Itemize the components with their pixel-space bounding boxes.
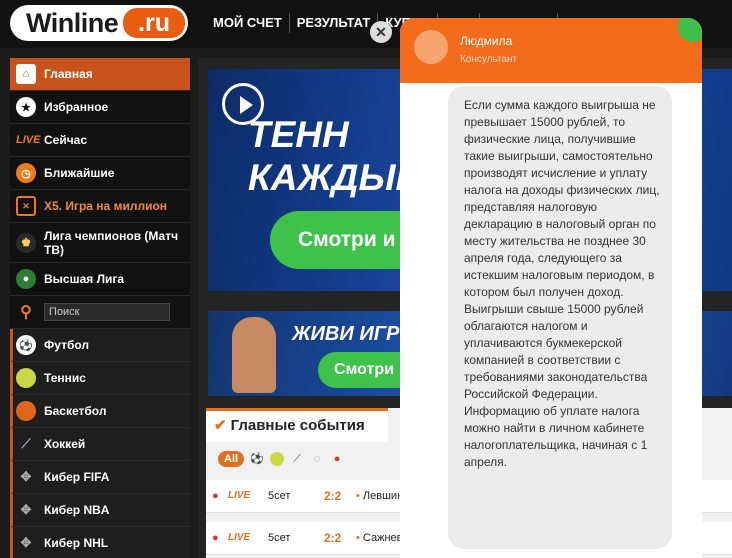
sidebar-item-label: Ближайшие bbox=[44, 166, 115, 180]
chat-header: Людмила Консультант bbox=[400, 18, 702, 83]
sidebar-item-premier-league[interactable]: ● Высшая Лига bbox=[10, 263, 190, 296]
agent-role: Консультант bbox=[460, 54, 518, 65]
event-team: Сажнев bbox=[356, 532, 403, 544]
league-icon: ● bbox=[16, 269, 36, 289]
table-tennis-icon: ● bbox=[212, 532, 219, 544]
football-icon[interactable]: ⚽ bbox=[250, 452, 264, 466]
tab-main-events[interactable]: ✔ Главные события bbox=[206, 408, 388, 442]
sidebar-item-label: Кибер NBA bbox=[44, 503, 110, 517]
filter-all[interactable]: All bbox=[218, 451, 245, 467]
home-icon: ⌂ bbox=[16, 64, 36, 84]
x5-icon: ✕ bbox=[16, 196, 36, 216]
tab-label: Главные события bbox=[230, 417, 365, 434]
volleyball-icon[interactable]: ◌ bbox=[310, 452, 324, 466]
online-status-icon bbox=[678, 18, 702, 42]
search-icon: ⚲ bbox=[20, 304, 32, 321]
sidebar-item-upcoming[interactable]: ◷ Ближайшие bbox=[10, 157, 190, 190]
live-badge: LIVE bbox=[228, 490, 251, 501]
table-tennis-icon: ● bbox=[212, 490, 219, 502]
avatar bbox=[414, 30, 448, 64]
sidebar-item-tennis[interactable]: Теннис bbox=[10, 362, 190, 395]
football-icon: ⚽ bbox=[16, 335, 36, 355]
nav-results[interactable]: РЕЗУЛЬТАТ bbox=[290, 13, 379, 33]
search-input[interactable]: Поиск bbox=[44, 303, 170, 321]
sport-filter-bar: All ⚽ ⟋ ◌ ● bbox=[218, 451, 350, 467]
sidebar-item-label: X5. Игра на миллион bbox=[44, 199, 168, 213]
sidebar-item-home[interactable]: ⌂ Главная bbox=[10, 58, 190, 91]
event-team: Левшин bbox=[356, 490, 403, 502]
tennis-icon[interactable] bbox=[270, 452, 285, 466]
sidebar-item-basketball[interactable]: Баскетбол bbox=[10, 395, 190, 428]
event-period: 5сет bbox=[268, 532, 291, 544]
star-icon: ★ bbox=[16, 97, 36, 117]
gamepad-icon: ✥ bbox=[20, 502, 32, 517]
sidebar-item-label: Сейчас bbox=[44, 133, 88, 147]
sidebar-item-label: Баскетбол bbox=[44, 404, 107, 418]
chat-message-bubble: Если сумма каждого выигрыша не превышает… bbox=[448, 86, 672, 549]
table-tennis-icon[interactable]: ● bbox=[330, 452, 344, 466]
hockey-icon: ⟋ bbox=[21, 436, 31, 451]
sidebar-item-label: Кибер FIFA bbox=[44, 470, 110, 484]
hockey-icon[interactable]: ⟋ bbox=[290, 452, 304, 466]
sidebar-item-live-now[interactable]: LIVE Сейчас bbox=[10, 124, 190, 157]
basketball-icon bbox=[16, 401, 36, 421]
sidebar-search-row: ⚲ Поиск bbox=[10, 296, 190, 329]
logo-wordmark: Winline bbox=[26, 8, 119, 38]
support-chat-window: Людмила Консультант Если сумма каждого в… bbox=[400, 18, 702, 558]
tennis-icon bbox=[16, 368, 36, 388]
sidebar-item-label: Главная bbox=[44, 67, 93, 81]
live-badge: LIVE bbox=[228, 532, 251, 543]
trophy-icon: ♚ bbox=[16, 232, 36, 253]
sidebar: ⌂ Главная ★ Избранное LIVE Сейчас ◷ Ближ… bbox=[10, 58, 190, 558]
gamepad-icon: ✥ bbox=[20, 535, 32, 550]
sidebar-item-label: Кибер NHL bbox=[44, 536, 109, 550]
winline-logo[interactable]: Winline .ru bbox=[10, 5, 188, 41]
gamepad-icon: ✥ bbox=[20, 469, 32, 484]
play-icon bbox=[240, 96, 253, 114]
sidebar-item-cyber-nhl[interactable]: ✥ Кибер NHL bbox=[10, 527, 190, 558]
sidebar-item-football[interactable]: ⚽ Футбол bbox=[10, 329, 190, 362]
close-chat-button[interactable]: ✕ bbox=[370, 21, 392, 43]
sidebar-item-label: Избранное bbox=[44, 100, 109, 114]
event-score: 2:2 bbox=[324, 531, 342, 545]
sidebar-item-x5-game[interactable]: ✕ X5. Игра на миллион bbox=[10, 190, 190, 223]
sidebar-item-favorites[interactable]: ★ Избранное bbox=[10, 91, 190, 124]
check-icon: ✔ bbox=[214, 417, 227, 434]
agent-name: Людмила bbox=[460, 34, 513, 48]
sidebar-item-label: Высшая Лига bbox=[44, 272, 125, 286]
sidebar-item-label: Теннис bbox=[44, 371, 86, 385]
event-score: 2:2 bbox=[324, 489, 342, 503]
player-image bbox=[232, 317, 276, 393]
live-icon: LIVE bbox=[16, 134, 41, 146]
logo-domain-badge: .ru bbox=[123, 8, 185, 38]
sidebar-item-hockey[interactable]: ⟋ Хоккей bbox=[10, 428, 190, 461]
sidebar-item-champions-league[interactable]: ♚ Лига чемпионов (Матч ТВ) bbox=[10, 223, 190, 263]
clock-icon: ◷ bbox=[16, 163, 36, 183]
sidebar-item-label: Лига чемпионов (Матч ТВ) bbox=[44, 228, 179, 257]
sidebar-item-cyber-fifa[interactable]: ✥ Кибер FIFA bbox=[10, 461, 190, 494]
sidebar-item-label: Хоккей bbox=[44, 437, 86, 451]
sidebar-item-cyber-nba[interactable]: ✥ Кибер NBA bbox=[10, 494, 190, 527]
nav-my-account[interactable]: МОЙ СЧЕТ bbox=[206, 13, 290, 33]
event-period: 5сет bbox=[268, 490, 291, 502]
sidebar-item-label: Футбол bbox=[44, 338, 90, 352]
